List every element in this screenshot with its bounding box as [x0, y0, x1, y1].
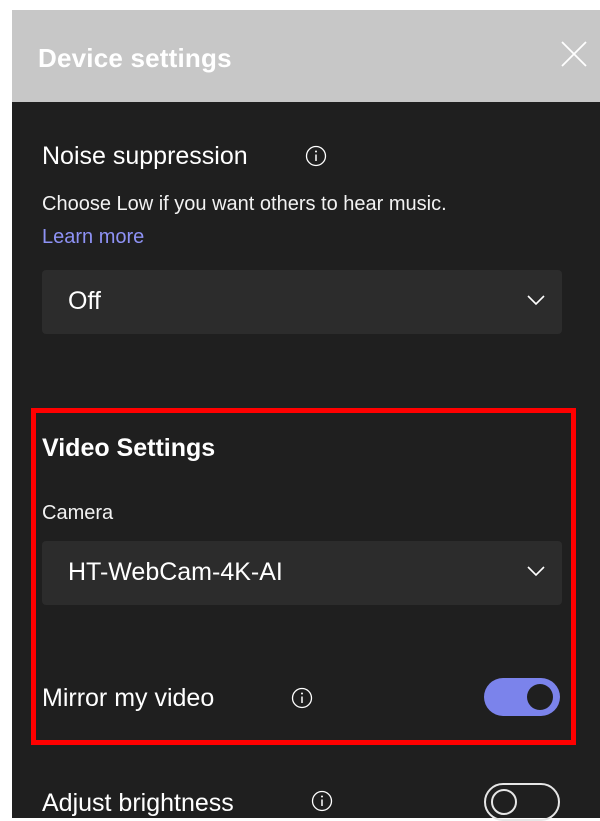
camera-label: Camera — [42, 502, 114, 524]
adjust-brightness-toggle[interactable] — [484, 783, 560, 821]
noise-suppression-description: Choose Low if you want others to hear mu… — [42, 188, 492, 254]
chevron-down-icon — [527, 566, 545, 577]
adjust-brightness-label: Adjust brightness — [42, 789, 234, 817]
panel-header: Device settings — [12, 10, 600, 102]
panel-title: Device settings — [38, 43, 232, 73]
close-icon — [561, 41, 587, 67]
info-icon[interactable] — [305, 145, 327, 167]
chevron-down-icon — [527, 295, 545, 306]
noise-suppression-value: Off — [68, 287, 101, 315]
camera-dropdown[interactable]: HT-WebCam-4K-AI — [42, 541, 562, 605]
toggle-knob — [491, 789, 517, 815]
info-icon[interactable] — [291, 687, 313, 709]
mirror-video-toggle[interactable] — [484, 678, 560, 716]
info-icon[interactable] — [311, 790, 333, 812]
video-settings-heading: Video Settings — [42, 434, 216, 462]
toggle-knob — [527, 684, 553, 710]
close-button[interactable] — [556, 36, 592, 72]
camera-value: HT-WebCam-4K-AI — [68, 558, 283, 586]
device-settings-panel: Device settings Noise suppression Choose… — [12, 10, 600, 821]
noise-suppression-title: Noise suppression — [42, 142, 248, 170]
learn-more-link[interactable]: Learn more — [42, 226, 144, 248]
mirror-video-label: Mirror my video — [42, 684, 215, 712]
noise-suppression-dropdown[interactable]: Off — [42, 270, 562, 334]
description-text: Choose Low if you want others to hear mu… — [42, 193, 447, 215]
